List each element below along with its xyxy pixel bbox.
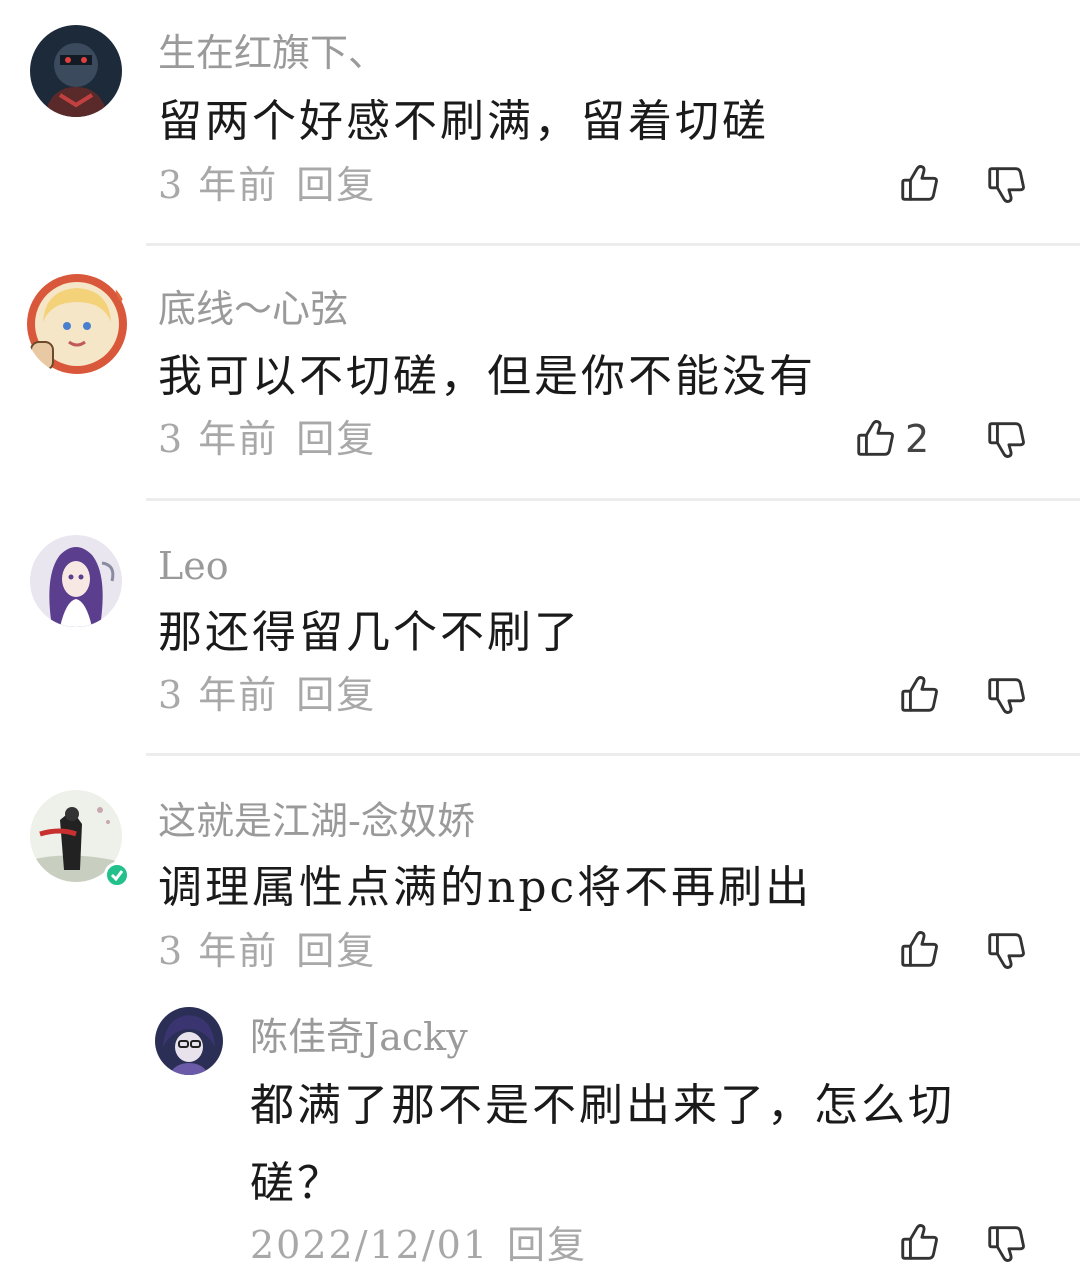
username[interactable]: 陈佳奇Jacky (250, 1018, 468, 1056)
reply-text-line1: 都满了那不是不刷出来了，怎么切 (250, 1080, 955, 1131)
reply-button[interactable]: 回复 (296, 673, 376, 717)
dislike-button[interactable] (984, 161, 1030, 207)
timestamp: 3 年前 (158, 673, 279, 717)
comment-meta: 3 年前 回复 (158, 676, 376, 714)
reply-button[interactable]: 回复 (296, 929, 376, 973)
thumbs-down-icon (984, 161, 1030, 207)
dislike-button[interactable] (984, 927, 1030, 973)
thumbs-up-icon (897, 1220, 943, 1266)
thumbs-up-icon (897, 927, 943, 973)
thumbs-up-icon (897, 161, 943, 207)
username[interactable]: 这就是江湖-念奴娇 (158, 802, 475, 840)
username[interactable]: 底线～心弦 (158, 290, 348, 328)
timestamp: 3 年前 (158, 163, 279, 207)
reply-text-line2: 磋？ (250, 1158, 344, 1209)
avatar[interactable] (30, 25, 122, 117)
username[interactable]: Leo (158, 547, 229, 585)
comment-text: 我可以不切磋，但是你不能没有 (158, 351, 816, 402)
comment-text: 留两个好感不刷满，留着切磋 (158, 96, 769, 147)
timestamp: 2022/12/01 (250, 1223, 490, 1267)
divider (146, 498, 1080, 501)
dislike-button[interactable] (984, 416, 1030, 462)
comment-meta: 2022/12/01 回复 (250, 1226, 587, 1264)
thumbs-down-icon (984, 1220, 1030, 1266)
comment-meta: 3 年前 回复 (158, 166, 376, 204)
timestamp: 3 年前 (158, 417, 279, 461)
like-count: 2 (905, 417, 930, 461)
comment-meta: 3 年前 回复 (158, 420, 376, 458)
thumbs-down-icon (984, 416, 1030, 462)
timestamp: 3 年前 (158, 929, 279, 973)
avatar[interactable] (155, 1007, 223, 1075)
dislike-button[interactable] (984, 1220, 1030, 1266)
thumbs-up-icon (853, 416, 899, 462)
reply-button[interactable]: 回复 (296, 163, 376, 207)
like-button[interactable] (897, 1220, 943, 1266)
comment-meta: 3 年前 回复 (158, 932, 376, 970)
like-button[interactable] (897, 161, 943, 207)
like-button[interactable]: 2 (853, 416, 929, 462)
comment-text: 那还得留几个不刷了 (158, 607, 581, 658)
divider (146, 753, 1080, 756)
avatar[interactable] (25, 272, 129, 376)
thumbs-down-icon (984, 927, 1030, 973)
comment-text: 调理属性点满的npc将不再刷出 (158, 862, 813, 913)
like-button[interactable] (897, 672, 943, 718)
reply-button[interactable]: 回复 (296, 417, 376, 461)
reply-button[interactable]: 回复 (507, 1223, 587, 1267)
avatar[interactable] (30, 535, 122, 627)
username[interactable]: 生在红旗下、 (158, 34, 386, 72)
like-button[interactable] (897, 927, 943, 973)
dislike-button[interactable] (984, 672, 1030, 718)
verified-badge-icon (104, 862, 130, 888)
thumbs-down-icon (984, 672, 1030, 718)
thumbs-up-icon (897, 672, 943, 718)
divider (146, 243, 1080, 246)
